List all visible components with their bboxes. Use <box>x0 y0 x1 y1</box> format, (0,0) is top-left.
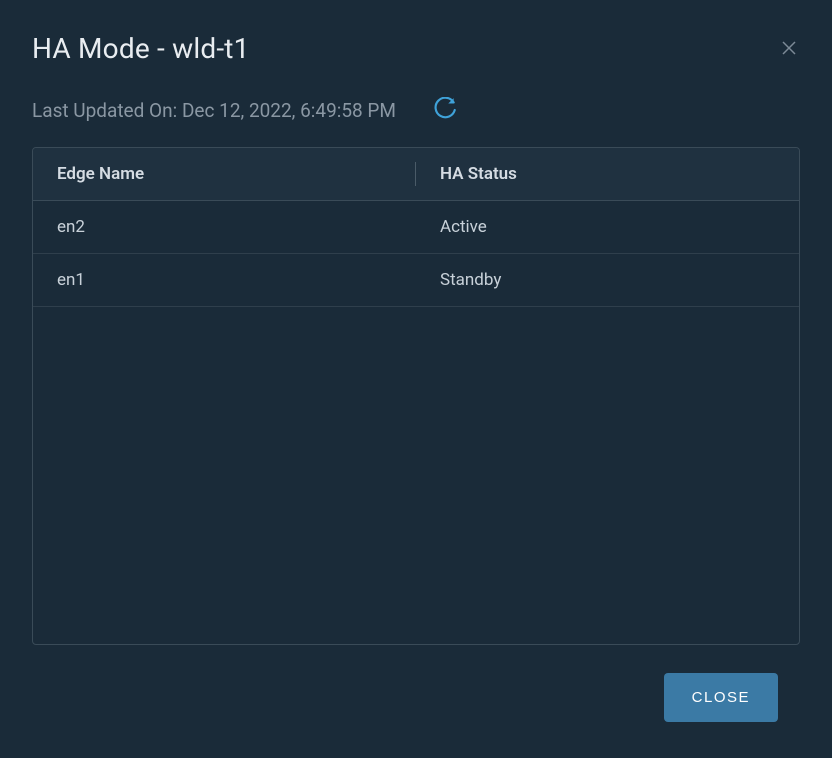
ha-status-table: Edge Name HA Status en2 Active en1 Stand… <box>33 148 799 307</box>
modal-footer: CLOSE <box>32 645 800 748</box>
column-header-label: Edge Name <box>57 164 144 184</box>
column-header-edge-name: Edge Name <box>33 148 416 201</box>
cell-ha-status: Active <box>416 201 799 254</box>
close-icon[interactable] <box>782 40 796 54</box>
cell-edge-name: en2 <box>33 201 416 254</box>
cell-ha-status: Standby <box>416 254 799 307</box>
column-header-ha-status: HA Status <box>416 148 799 201</box>
table-container: Edge Name HA Status en2 Active en1 Stand… <box>32 147 800 645</box>
status-row: Last Updated On: Dec 12, 2022, 6:49:58 P… <box>32 97 800 123</box>
table-header-row: Edge Name HA Status <box>33 148 799 201</box>
modal-header: HA Mode - wld-t1 <box>32 32 800 65</box>
table-row: en2 Active <box>33 201 799 254</box>
column-header-label: HA Status <box>440 164 517 184</box>
refresh-icon[interactable] <box>432 97 458 123</box>
modal-title: HA Mode - wld-t1 <box>32 32 250 65</box>
cell-edge-name: en1 <box>33 254 416 307</box>
table-row: en1 Standby <box>33 254 799 307</box>
ha-mode-modal: HA Mode - wld-t1 Last Updated On: Dec 12… <box>0 0 832 758</box>
close-button[interactable]: CLOSE <box>664 673 778 722</box>
last-updated-text: Last Updated On: Dec 12, 2022, 6:49:58 P… <box>32 99 396 122</box>
